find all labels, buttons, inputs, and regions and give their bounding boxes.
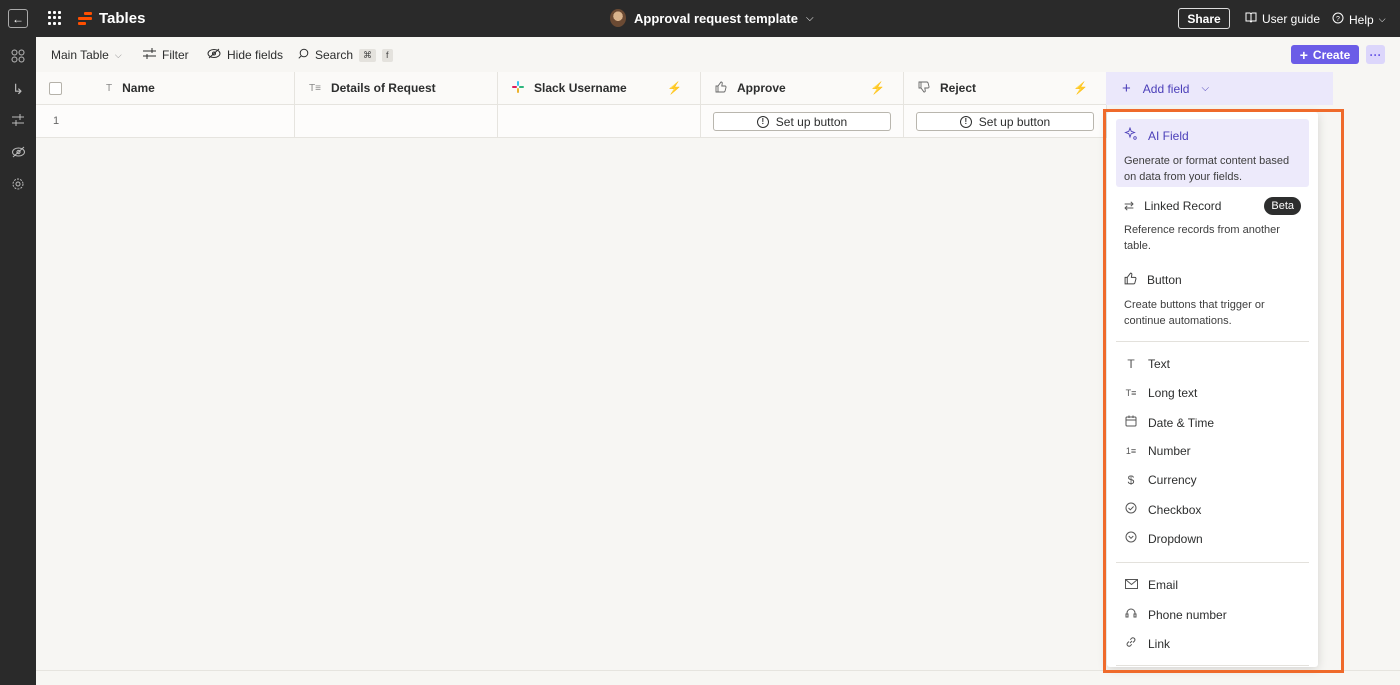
filter-sliders-icon — [143, 48, 156, 62]
approve-setup-button[interactable]: ! Set up button — [713, 112, 891, 131]
header-cell-approve[interactable]: Approve ⚡ — [701, 72, 904, 105]
table-row[interactable]: 1 — [36, 105, 295, 138]
add-field-label: Add field — [1142, 81, 1190, 96]
create-button[interactable]: + Create — [1291, 45, 1359, 64]
shortcut-key: f — [382, 48, 393, 62]
select-all-checkbox[interactable] — [49, 82, 62, 95]
apps-grid-icon[interactable] — [48, 11, 62, 25]
hidden-eye-icon — [207, 48, 221, 62]
shortcut-mod-key: ⌘ — [359, 48, 377, 62]
plus-icon: + — [1299, 46, 1308, 63]
highlight-annotation-box — [1103, 109, 1344, 673]
toolbar: Main Table ⌵ Filter Hide fields Search ⌘… — [36, 37, 1400, 72]
chevron-down-icon: ⌵ — [114, 49, 122, 60]
tables-logo-icon — [78, 12, 92, 25]
exclamation-circle-icon: ! — [756, 115, 769, 128]
setup-button-label: Set up button — [775, 114, 848, 129]
help-label: Help — [1349, 12, 1374, 27]
grid-icon[interactable] — [10, 49, 26, 65]
column-header-label: Name — [122, 81, 155, 95]
chevron-down-icon: ⌵ — [1201, 83, 1210, 94]
document-title: Approval request template — [634, 10, 798, 26]
add-field-button[interactable]: + Add field ⌵ — [1106, 72, 1333, 105]
search-icon — [298, 48, 309, 62]
thumbs-down-icon — [918, 81, 930, 96]
header-cell-details[interactable]: T≡ Details of Request — [295, 72, 498, 105]
hide-fields-label: Hide fields — [227, 48, 284, 62]
settings-gear-icon[interactable] — [10, 177, 26, 193]
cell-reject: ! Set up button — [904, 105, 1107, 138]
more-options-button[interactable]: ··· — [1366, 45, 1385, 64]
cell-details[interactable] — [295, 105, 498, 138]
search-label: Search — [315, 48, 354, 62]
app-title: Tables — [99, 10, 146, 27]
header-cell-reject[interactable]: Reject ⚡ — [904, 72, 1107, 105]
search-button[interactable]: Search ⌘ f — [298, 48, 393, 62]
cell-slack[interactable] — [498, 105, 701, 138]
back-button[interactable]: ← — [8, 9, 28, 28]
top-bar: ← Tables Approval request template ⌵ Sha… — [0, 0, 1400, 37]
hidden-eye-icon[interactable] — [10, 145, 26, 161]
arrow-left-icon: ← — [12, 11, 24, 26]
document-title-menu[interactable]: Approval request template ⌵ — [610, 9, 814, 27]
column-header-label: Reject — [940, 81, 977, 95]
chevron-down-icon: ⌵ — [1378, 14, 1386, 24]
lightning-bolt-icon: ⚡ — [870, 81, 885, 95]
question-circle-icon: ? — [1332, 12, 1344, 27]
book-icon — [1245, 12, 1257, 26]
table-selector[interactable]: Main Table ⌵ — [51, 48, 122, 62]
header-cell-slack[interactable]: Slack Username ⚡ — [498, 72, 701, 105]
svg-text:?: ? — [1336, 16, 1340, 23]
avatar — [610, 9, 626, 27]
filter-button[interactable]: Filter — [143, 48, 189, 62]
filter-label: Filter — [162, 48, 189, 62]
lightning-bolt-icon: ⚡ — [667, 81, 682, 95]
column-header-label: Approve — [737, 81, 786, 95]
lightning-bolt-icon: ⚡ — [1073, 81, 1088, 95]
thumbs-up-icon — [715, 81, 727, 96]
reject-setup-button[interactable]: ! Set up button — [916, 112, 1094, 131]
column-header-label: Slack Username — [534, 81, 627, 95]
left-rail: ↳ — [0, 37, 36, 685]
long-text-type-icon: T≡ — [309, 82, 321, 94]
filter-sliders-icon[interactable] — [10, 113, 26, 129]
share-button[interactable]: Share — [1178, 8, 1230, 29]
user-guide-link[interactable]: User guide — [1245, 12, 1320, 26]
help-menu[interactable]: ? Help ⌵ — [1332, 12, 1386, 27]
setup-button-label: Set up button — [978, 114, 1051, 129]
text-type-icon: T — [106, 82, 113, 94]
user-guide-label: User guide — [1262, 12, 1321, 26]
row-index: 1 — [53, 115, 60, 127]
header-cell-name[interactable]: T Name — [36, 72, 295, 105]
column-header-label: Details of Request — [330, 81, 436, 95]
create-label: Create — [1312, 47, 1351, 62]
table-selector-label: Main Table — [51, 48, 109, 62]
plus-icon: + — [1122, 80, 1131, 97]
route-icon[interactable]: ↳ — [10, 81, 26, 97]
slack-icon — [512, 80, 524, 96]
exclamation-circle-icon: ! — [959, 115, 972, 128]
chevron-down-icon: ⌵ — [806, 12, 814, 24]
hide-fields-button[interactable]: Hide fields — [207, 48, 283, 62]
cell-approve: ! Set up button — [701, 105, 904, 138]
